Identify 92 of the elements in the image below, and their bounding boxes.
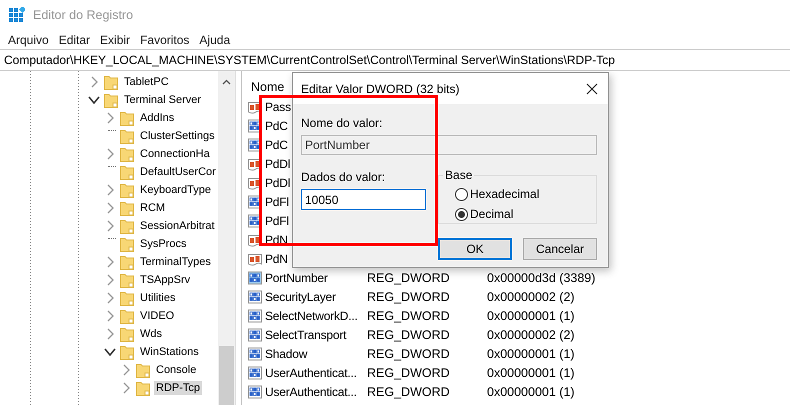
value-name: SelectTransport — [265, 328, 346, 342]
tree-item[interactable]: TabletPC — [122, 75, 171, 89]
tree-item[interactable]: Terminal Server — [122, 93, 204, 107]
folder-icon — [104, 92, 118, 108]
tree-item[interactable]: VIDEO — [138, 309, 176, 323]
address-field[interactable]: Computador\HKEY_LOCAL_MACHINE\SYSTEM\CurrentControlSet\Control\Terminal Server\WinStations\RDP-Tcp — [0, 50, 790, 70]
close-icon[interactable] — [586, 82, 598, 94]
tree-item[interactable]: TSAppSrv — [138, 273, 192, 287]
field-label: Dados do valor: — [301, 170, 386, 186]
folder-icon — [120, 344, 134, 360]
menu-item[interactable]: Exibir — [95, 32, 136, 48]
folder-icon — [120, 236, 134, 252]
menu-item[interactable]: Favoritos — [135, 32, 194, 48]
folder-icon — [120, 164, 134, 180]
folder-icon — [136, 362, 150, 378]
folder-icon — [120, 146, 134, 162]
menu-item[interactable]: Arquivo — [3, 32, 54, 48]
scrollbar[interactable] — [218, 71, 236, 405]
tree-item[interactable]: RDP-Tcp — [154, 381, 202, 395]
value-name: PortNumber — [265, 270, 328, 284]
field-label: Nome do valor: — [301, 116, 384, 132]
value-name: UserAuthenticat... — [265, 366, 357, 380]
folder-icon — [120, 110, 134, 126]
tree-item[interactable]: SysProcs — [138, 237, 188, 251]
value-data: 0x00000001 (1) — [487, 384, 575, 398]
chevron-down-icon[interactable] — [104, 346, 116, 358]
tree-item[interactable]: SessionArbitrat — [138, 219, 217, 233]
value-type: REG_DWORD — [367, 346, 451, 360]
menu-item[interactable]: Editar — [54, 32, 96, 48]
value-name: PdDl — [265, 176, 290, 190]
folder-icon — [120, 128, 134, 144]
value-type: REG_DWORD — [367, 308, 451, 322]
value-type: REG_DWORD — [367, 328, 451, 342]
value-name: SelectNetworkD... — [265, 308, 358, 322]
dialog-title: Editar Valor DWORD (32 bits) — [301, 82, 460, 96]
scroll-up-icon[interactable] — [222, 79, 231, 85]
tree-item[interactable]: ConnectionHa — [138, 147, 212, 161]
tree-item[interactable]: Console — [154, 363, 198, 377]
value-type: REG_DWORD — [367, 290, 451, 304]
value-name: PdDl — [265, 156, 290, 170]
tree-item[interactable]: DefaultUserCor — [138, 165, 218, 179]
radio-label[interactable]: Decimal — [470, 207, 514, 221]
value-name: Shadow — [265, 346, 308, 360]
radio-label[interactable]: Hexadecimal — [470, 187, 540, 201]
value-name: PdC — [265, 138, 288, 152]
folder-icon — [120, 272, 134, 288]
value-data: 0x00000001 (1) — [487, 308, 575, 322]
value-data-field[interactable]: 10050 — [301, 189, 426, 210]
folder-icon — [120, 254, 134, 270]
dialog-button[interactable]: OK — [438, 238, 512, 260]
column-header[interactable]: Nome — [251, 80, 284, 94]
scrollbar-thumb[interactable] — [219, 346, 234, 405]
value-data: 0x00000d3d (3389) — [487, 270, 596, 284]
value-name-field[interactable]: PortNumber — [301, 135, 597, 155]
value-data: 0x00000002 (2) — [487, 290, 575, 304]
value-type: REG_DWORD — [367, 384, 451, 398]
value-name: UserAuthenticat... — [265, 384, 357, 398]
group-label: Base — [444, 168, 474, 182]
window-title: Editor do Registro — [33, 8, 134, 22]
folder-icon — [120, 200, 134, 216]
value-type: REG_DWORD — [367, 366, 451, 380]
value-data: 0x00000001 (1) — [487, 366, 575, 380]
value-name: PdFl — [265, 194, 289, 208]
tree-item[interactable]: Wds — [138, 327, 164, 341]
dialog-button[interactable]: Cancelar — [523, 238, 597, 260]
value-data: 0x00000002 (2) — [487, 328, 575, 342]
value-name: SecurityLayer — [265, 290, 336, 304]
value-name: PdC — [265, 118, 288, 132]
folder-icon — [120, 308, 134, 324]
value-name: PdFl — [265, 214, 289, 228]
radio-button[interactable] — [455, 208, 468, 220]
tree-item[interactable]: Utilities — [138, 291, 178, 305]
folder-icon — [104, 74, 118, 90]
menu-item[interactable]: Ajuda — [194, 32, 236, 48]
value-name: PdN — [265, 252, 288, 266]
chevron-down-icon[interactable] — [88, 94, 100, 106]
tree-item[interactable]: WinStations — [138, 345, 201, 359]
radio-button[interactable] — [455, 188, 468, 200]
tree-item[interactable]: TerminalTypes — [138, 255, 213, 269]
tree-item[interactable]: RCM — [138, 201, 168, 215]
tree-item[interactable]: KeyboardType — [138, 183, 213, 197]
tree-item[interactable]: AddIns — [138, 111, 176, 125]
folder-icon — [120, 218, 134, 234]
value-type: REG_DWORD — [367, 270, 451, 284]
tree-item[interactable]: ClusterSettings — [138, 129, 217, 143]
value-name: Pass — [265, 100, 291, 114]
folder-icon — [120, 326, 134, 342]
folder-icon — [120, 290, 134, 306]
folder-icon — [136, 380, 150, 396]
registry-app-icon — [9, 7, 25, 23]
value-data: 0x00000001 (1) — [487, 346, 575, 360]
folder-icon — [120, 182, 134, 198]
